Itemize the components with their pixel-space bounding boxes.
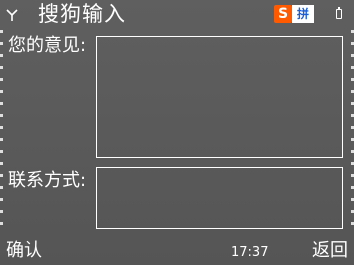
- softkey-bar: 确认 17:37 返回: [0, 237, 354, 265]
- pinyin-mode-label: 拼: [292, 5, 314, 23]
- back-softkey[interactable]: 返回: [312, 239, 348, 263]
- signal-strength-bar: [0, 30, 3, 230]
- signal-icon: [6, 9, 18, 21]
- sogou-logo-icon: S: [274, 5, 292, 23]
- phone-screen: 搜狗输入 S 拼 您的意见: 联系方式: 确认 17:37 返回: [0, 0, 354, 265]
- opinion-label: 您的意见:: [8, 35, 87, 56]
- contact-field[interactable]: [96, 167, 343, 229]
- opinion-field[interactable]: [96, 36, 343, 158]
- clock: 17:37: [231, 245, 269, 260]
- battery-icon: [336, 7, 342, 19]
- app-title: 搜狗输入: [38, 2, 126, 26]
- ime-indicator[interactable]: S 拼: [274, 5, 314, 23]
- contact-label: 联系方式:: [8, 170, 87, 191]
- title-bar: 搜狗输入 S 拼: [0, 0, 354, 28]
- confirm-softkey[interactable]: 确认: [6, 239, 42, 263]
